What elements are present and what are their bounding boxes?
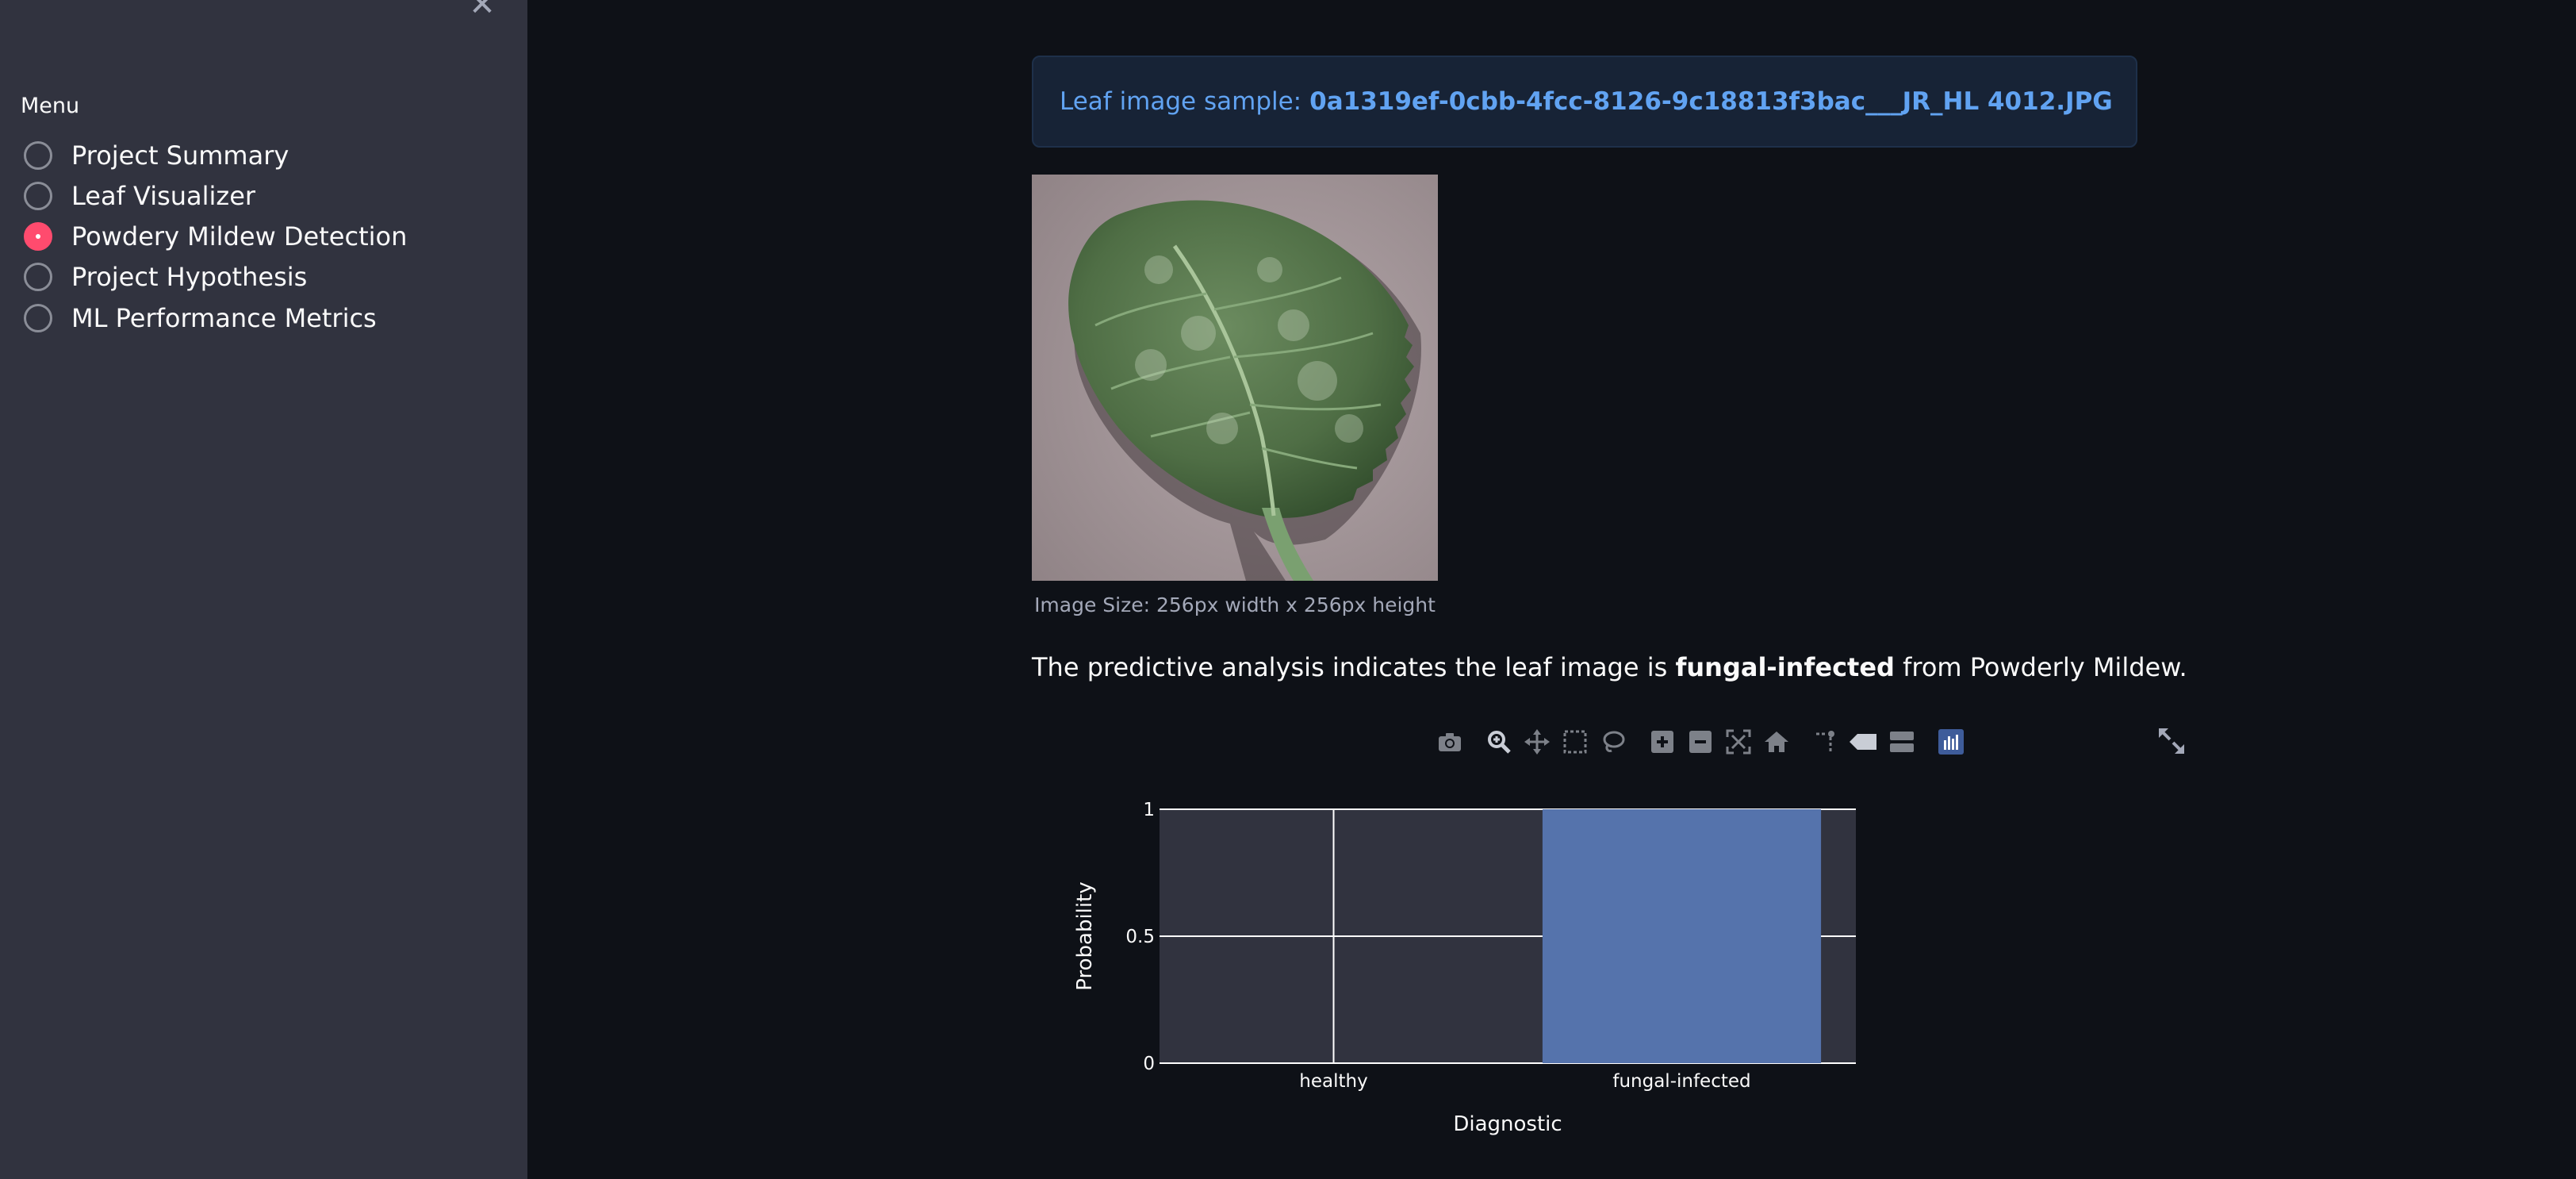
fullscreen-button[interactable]: [2156, 725, 2187, 757]
prediction-before: The predictive analysis indicates the le…: [1032, 652, 1668, 682]
probability-bar-chart: 0 0.5 1 healthy fungal-infected Probability…: [1073, 800, 1856, 1136]
pan-icon[interactable]: [1521, 726, 1553, 758]
menu-item-label: ML Performance Metrics: [71, 303, 377, 333]
autoscale-icon[interactable]: [1723, 726, 1754, 758]
plotly-logo-icon[interactable]: [1935, 726, 1967, 758]
menu-item-label: Project Summary: [71, 140, 289, 171]
radio-button[interactable]: [24, 304, 52, 332]
leaf-image: [1032, 175, 1438, 581]
close-sidebar-button[interactable]: ✕: [466, 0, 498, 21]
y-tick-label: 0: [1143, 1054, 1155, 1074]
x-tick-label: fungal-infected: [1612, 1071, 1750, 1092]
y-axis-label: Probability: [1073, 881, 1097, 990]
prediction-text: The predictive analysis indicates the le…: [1032, 652, 2187, 682]
menu-item-project-summary[interactable]: Project Summary: [24, 136, 289, 175]
lasso-select-icon[interactable]: [1597, 726, 1629, 758]
radio-button[interactable]: [24, 141, 52, 170]
zoom-in-icon[interactable]: [1646, 726, 1678, 758]
menu-item-label: Leaf Visualizer: [71, 181, 256, 211]
menu-label: Menu: [21, 94, 80, 118]
menu-item-powdery-mildew-detection[interactable]: Powdery Mildew Detection: [24, 217, 407, 255]
menu-item-leaf-visualizer[interactable]: Leaf Visualizer: [24, 177, 255, 215]
y-tick-label: 0.5: [1125, 927, 1155, 947]
image-caption: Image Size: 256px width x 256px height: [1034, 593, 1436, 616]
sidebar: ✕ Menu Project Summary Leaf Visualizer P…: [0, 0, 527, 1179]
reset-axes-icon[interactable]: [1761, 726, 1792, 758]
x-axis-label: Diagnostic: [1453, 1112, 1562, 1136]
hover-compare-icon[interactable]: [1886, 726, 1918, 758]
radio-button[interactable]: [24, 263, 52, 291]
camera-icon[interactable]: [1434, 726, 1466, 758]
close-icon: ✕: [469, 0, 496, 23]
chart-toolbar: [1434, 726, 1973, 758]
x-tick-label: healthy: [1299, 1071, 1367, 1092]
radio-button-selected[interactable]: [24, 222, 52, 251]
prediction-after: from Powderly Mildew.: [1903, 652, 2187, 682]
leaf-sample-info-box: Leaf image sample: 0a1319ef-0cbb-4fcc-81…: [1032, 56, 2137, 148]
menu-item-label: Project Hypothesis: [71, 262, 308, 292]
menu-item-label: Powdery Mildew Detection: [71, 221, 408, 252]
zoom-icon[interactable]: [1483, 726, 1515, 758]
box-select-icon[interactable]: [1559, 726, 1591, 758]
zoom-out-icon[interactable]: [1685, 726, 1716, 758]
info-prefix: Leaf image sample:: [1060, 87, 1302, 116]
radio-button[interactable]: [24, 182, 52, 210]
y-tick-label: 1: [1143, 800, 1155, 820]
spike-lines-icon[interactable]: [1810, 726, 1842, 758]
expand-icon: [2159, 728, 2184, 754]
bar-fungal-infected[interactable]: [1542, 809, 1822, 1063]
leaf-image-filename: 0a1319ef-0cbb-4fcc-8126-9c18813f3bac___J…: [1309, 87, 2113, 116]
prediction-result: fungal-infected: [1675, 652, 1895, 682]
menu-item-project-hypothesis[interactable]: Project Hypothesis: [24, 258, 307, 296]
menu-item-ml-performance-metrics[interactable]: ML Performance Metrics: [24, 299, 377, 337]
hover-closest-icon[interactable]: [1848, 726, 1880, 758]
